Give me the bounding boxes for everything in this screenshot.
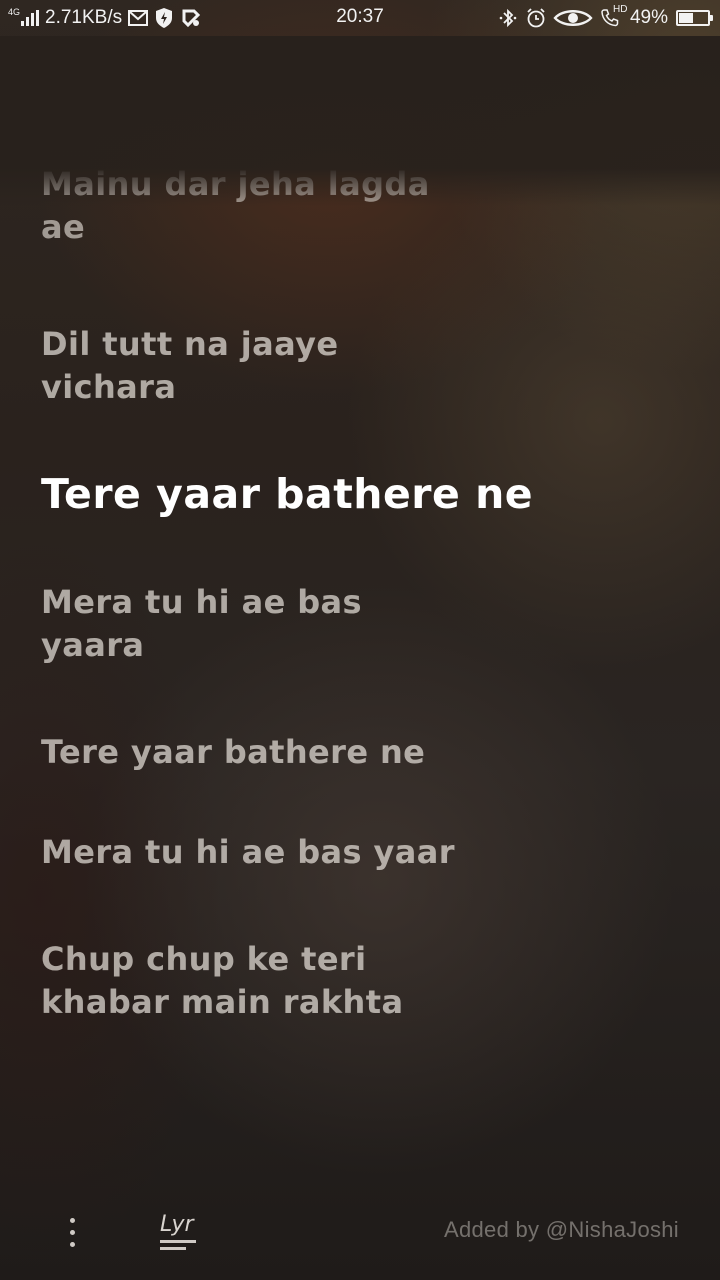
lyr-logo-text: Lyr (160, 1212, 194, 1237)
dot (69, 1241, 75, 1247)
lyr-logo-button[interactable]: Lyr (160, 1212, 204, 1258)
lyric-line-current[interactable]: Tere yaar bathere ne (41, 469, 701, 519)
bottom-bar: Lyr Added by @NishaJoshi (0, 1190, 720, 1280)
logo-underline (160, 1247, 186, 1250)
lyric-line[interactable]: Tere yaar bathere ne (41, 731, 601, 774)
lyric-line[interactable]: Dil tutt na jaaye vichara (41, 323, 601, 409)
top-fade-overlay (0, 36, 720, 206)
dot (69, 1217, 75, 1223)
dot (69, 1229, 75, 1235)
lyric-line[interactable]: Mera tu hi ae bas yaara (41, 581, 601, 667)
added-by-credit: Added by @NishaJoshi (443, 1217, 679, 1242)
logo-underline (160, 1240, 196, 1243)
lyric-line[interactable]: Mera tu hi ae bas yaar (41, 831, 601, 874)
more-options-button[interactable] (56, 1212, 88, 1252)
lyric-line[interactable]: Chup chup ke teri khabar main rakhta (41, 938, 601, 1024)
lyrics-view[interactable]: Mainu dar jeha lagda ae Dil tutt na jaay… (0, 0, 720, 1190)
